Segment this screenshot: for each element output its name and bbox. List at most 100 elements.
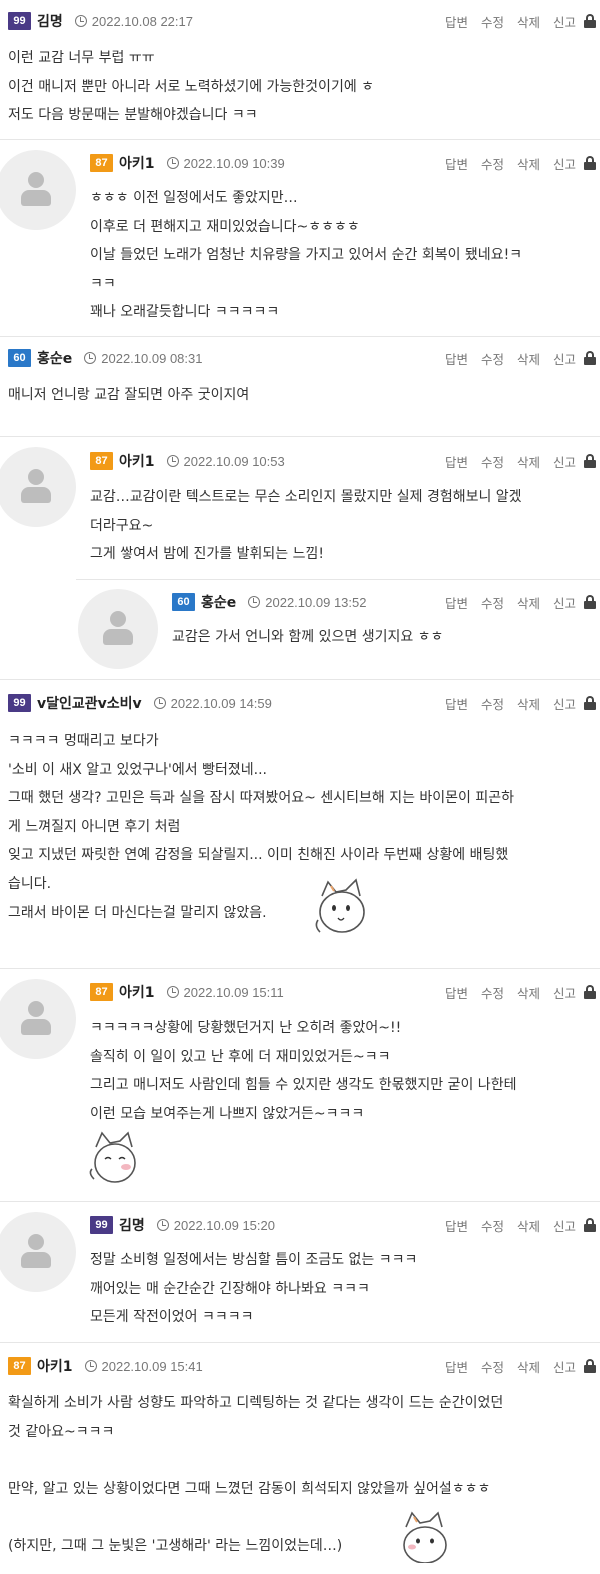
reply-button[interactable]: 답변 — [445, 452, 468, 471]
report-button[interactable]: 신고 — [553, 983, 576, 1002]
edit-button[interactable]: 수정 — [481, 1357, 504, 1376]
comment-line: ㅋㅋㅋㅋ 멍때리고 보다가 — [8, 733, 159, 749]
edit-button[interactable]: 수정 — [481, 349, 504, 368]
comment-meta: 60 홍순e 2022.10.09 13:52 — [172, 591, 366, 613]
edit-button[interactable]: 수정 — [481, 12, 504, 31]
lock-icon[interactable] — [584, 454, 596, 468]
delete-button[interactable]: 삭제 — [517, 349, 540, 368]
lock-icon[interactable] — [584, 1359, 596, 1373]
comment-line: 교감은 가서 언니와 함께 있으면 생기지요 ㅎㅎ — [172, 629, 444, 645]
cat-sticker — [89, 1131, 136, 1183]
author-nick[interactable]: 홍순e — [37, 348, 72, 368]
comment-body: 정말 소비형 일정에서는 방심할 틈이 조금도 없는 ㅋㅋㅋ 깨어있는 매 순간… — [90, 1246, 417, 1332]
edit-button[interactable]: 수정 — [481, 154, 504, 173]
report-button[interactable]: 신고 — [553, 452, 576, 471]
comment-actions: 답변 수정 삭제 신고 — [445, 1214, 596, 1236]
report-button[interactable]: 신고 — [553, 1216, 576, 1235]
comment-line: 매니저 언니랑 교감 잘되면 아주 굿이지여 — [8, 387, 250, 403]
level-badge: 60 — [8, 349, 31, 367]
author-nick[interactable]: 아키1 — [119, 153, 155, 173]
delete-button[interactable]: 삭제 — [517, 593, 540, 612]
level-badge: 87 — [8, 1357, 31, 1375]
delete-button[interactable]: 삭제 — [517, 1357, 540, 1376]
reply-button[interactable]: 답변 — [445, 1357, 468, 1376]
author-nick[interactable]: 아키1 — [119, 982, 155, 1002]
comment-meta: 87 아키1 2022.10.09 10:39 — [90, 152, 285, 174]
reply-button[interactable]: 답변 — [445, 694, 468, 713]
lock-icon[interactable] — [584, 1218, 596, 1232]
level-badge: 99 — [90, 1216, 113, 1234]
edit-button[interactable]: 수정 — [481, 1216, 504, 1235]
report-button[interactable]: 신고 — [553, 12, 576, 31]
delete-button[interactable]: 삭제 — [517, 694, 540, 713]
comment-meta: 87 아키1 2022.10.09 15:11 — [90, 981, 284, 1003]
lock-icon[interactable] — [584, 595, 596, 609]
clock-icon — [166, 157, 179, 169]
delete-button[interactable]: 삭제 — [517, 983, 540, 1002]
report-button[interactable]: 신고 — [553, 1357, 576, 1376]
report-button[interactable]: 신고 — [553, 593, 576, 612]
comment-date: 2022.10.09 15:41 — [101, 1358, 203, 1374]
avatar-placeholder-icon — [0, 150, 76, 230]
reply-button[interactable]: 답변 — [445, 983, 468, 1002]
edit-button[interactable]: 수정 — [481, 694, 504, 713]
lock-icon[interactable] — [584, 14, 596, 28]
comment-line: 그때 했던 생각? 고민은 득과 실을 잠시 따져봤어요~ 센시티브해 지는 바… — [8, 790, 515, 806]
reply-button[interactable]: 답변 — [445, 1216, 468, 1235]
delete-button[interactable]: 삭제 — [517, 154, 540, 173]
comment-line: 더라구요~ — [90, 517, 154, 534]
author-nick[interactable]: 김명 — [37, 11, 63, 31]
author-nick[interactable]: 김명 — [119, 1215, 145, 1235]
level-badge: 99 — [8, 12, 31, 30]
level-badge: 87 — [90, 983, 113, 1001]
edit-button[interactable]: 수정 — [481, 593, 504, 612]
delete-button[interactable]: 삭제 — [517, 452, 540, 471]
comment-actions: 답변 수정 삭제 신고 — [445, 692, 596, 714]
report-button[interactable]: 신고 — [553, 349, 576, 368]
comment-reply: 87 아키1 2022.10.09 10:39 답변 수정 삭제 신고 ㅎㅎㅎ … — [0, 140, 600, 337]
comment-body: 교감은 가서 언니와 함께 있으면 생기지요 ㅎㅎ — [172, 623, 443, 652]
comment-line: 그래서 바이몬 더 마신다는걸 말리지 않았음. — [8, 905, 267, 921]
comment-line: 잊고 지냈던 짜릿한 연예 감정을 되살릴지... 이미 친해진 사이라 두번째… — [8, 847, 509, 863]
author-nick[interactable]: 아키1 — [119, 451, 155, 471]
clock-icon — [74, 15, 87, 27]
author-nick[interactable]: 아키1 — [37, 1356, 73, 1376]
reply-button[interactable]: 답변 — [445, 12, 468, 31]
comment-line — [8, 1446, 503, 1475]
author-nick[interactable]: 홍순e — [201, 592, 236, 612]
comment-body-tail: 그래서 바이몬 더 마신다는걸 말리지 않았음. — [8, 899, 267, 928]
lock-icon[interactable] — [584, 696, 596, 710]
comment-body: ㅋㅋㅋㅋ 멍때리고 보다가 '소비 이 새X 알고 있었구나'에서 빵터졌네..… — [8, 727, 514, 898]
comment-line: 그리고 매니저도 사람인데 힘들 수 있지란 생각도 한몫했지만 굳이 나한테 — [90, 1077, 517, 1093]
comment-date: 2022.10.09 15:20 — [173, 1217, 275, 1233]
comment-line: 솔직히 이 일이 있고 난 후에 더 재미있었거든~ㅋㅋ — [90, 1048, 391, 1065]
comment-line: 교감…교감이란 텍스트로는 무슨 소리인지 몰랐지만 실제 경험해보니 알겠 — [90, 489, 522, 505]
delete-button[interactable]: 삭제 — [517, 12, 540, 31]
report-button[interactable]: 신고 — [553, 154, 576, 173]
edit-button[interactable]: 수정 — [481, 983, 504, 1002]
comment-reply: 87 아키1 2022.10.09 10:53 답변 수정 삭제 신고 교감…교… — [0, 437, 600, 680]
comment-meta: 87 아키1 2022.10.09 15:41 — [8, 1355, 203, 1377]
comment-meta: 99 v달인교관v소비v 2022.10.09 14:59 — [8, 692, 272, 714]
comment-line: 이건 매니저 뿐만 아니라 서로 노력하셨기에 가능한것이기에 ㅎ — [8, 78, 375, 95]
author-nick[interactable]: v달인교관v소비v — [37, 693, 142, 713]
comment-date: 2022.10.09 08:31 — [101, 350, 203, 366]
reply-button[interactable]: 답변 — [445, 349, 468, 368]
delete-button[interactable]: 삭제 — [517, 1216, 540, 1235]
report-button[interactable]: 신고 — [553, 694, 576, 713]
comment-line: 모든게 작전이었어 ㅋㅋㅋㅋ — [90, 1309, 254, 1325]
reply-button[interactable]: 답변 — [445, 154, 468, 173]
comment-reply: 99 김명 2022.10.09 15:20 답변 수정 삭제 신고 정말 소비… — [0, 1202, 600, 1343]
clock-icon — [166, 455, 179, 467]
clock-icon — [166, 986, 179, 998]
lock-icon[interactable] — [584, 156, 596, 170]
lock-icon[interactable] — [584, 985, 596, 999]
comment-line: ㅎㅎㅎ 이전 일정에서도 좋았지만… — [90, 190, 298, 206]
comment-date: 2022.10.09 13:52 — [265, 594, 367, 610]
reply-button[interactable]: 답변 — [445, 593, 468, 612]
comment-line: 그게 쌓여서 밤에 진가를 발휘되는 느낌! — [90, 546, 324, 562]
edit-button[interactable]: 수정 — [481, 452, 504, 471]
clock-icon — [156, 1219, 169, 1231]
lock-icon[interactable] — [584, 351, 596, 365]
comment-date: 2022.10.08 22:17 — [91, 13, 193, 29]
